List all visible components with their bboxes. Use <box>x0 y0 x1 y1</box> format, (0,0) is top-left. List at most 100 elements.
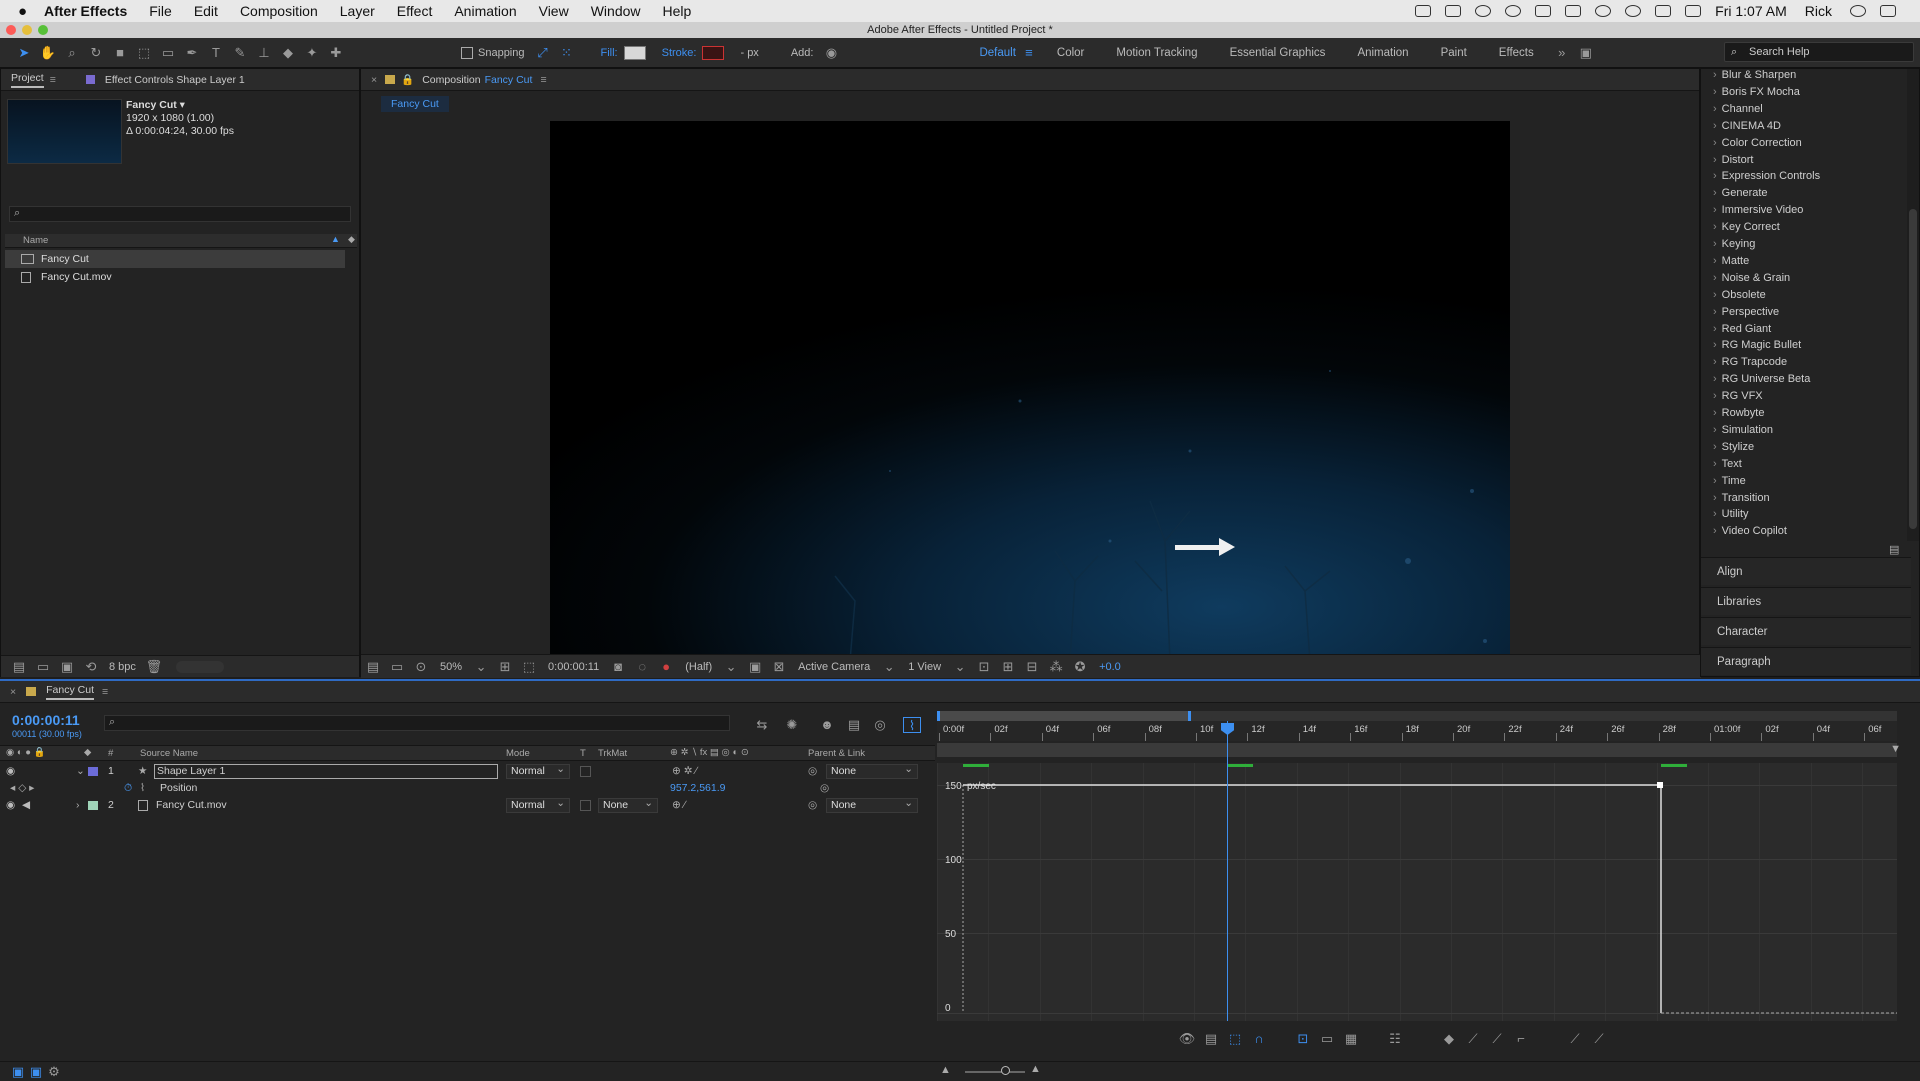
auto-bezier-icon[interactable]: ⟋ <box>1488 1031 1506 1047</box>
fit-selection-icon[interactable]: ⊡ <box>1294 1031 1312 1047</box>
label-column-icon[interactable]: ◆ <box>84 747 91 758</box>
effect-category-item[interactable]: Transition <box>1713 492 1770 504</box>
in-out-toggle-icon[interactable]: ⚙ <box>45 1064 63 1080</box>
airplay-icon[interactable] <box>1565 5 1582 17</box>
transparency-grid-icon[interactable]: ⊠ <box>770 659 788 675</box>
clone-stamp-tool-icon[interactable]: ⊥ <box>255 45 273 61</box>
effect-category-item[interactable]: CINEMA 4D <box>1713 120 1781 132</box>
pickwhip-icon[interactable]: ◎ <box>808 763 817 780</box>
volume-icon[interactable] <box>1655 5 1672 17</box>
new-comp-icon[interactable]: ▣ <box>58 659 76 675</box>
project-item-comp[interactable]: Fancy Cut <box>5 250 345 268</box>
puppet-tool-icon[interactable]: ✚ <box>327 45 345 61</box>
layer-label-color[interactable] <box>88 801 98 810</box>
project-tab[interactable]: Project <box>11 72 44 88</box>
layer-switches-icon[interactable]: ⊕ ∕ <box>672 797 685 814</box>
comp-breadcrumb[interactable]: Fancy Cut <box>381 96 449 112</box>
menubar-user[interactable]: Rick <box>1805 3 1832 19</box>
video-visibility-icon[interactable]: ◉ <box>6 797 15 814</box>
position-property-value[interactable]: 957.2,561.9 <box>670 780 725 797</box>
menu-view[interactable]: View <box>539 3 569 19</box>
tag-column-icon[interactable]: ◆ <box>348 234 355 245</box>
effects-scroll-thumb[interactable] <box>1909 209 1917 529</box>
name-column-header[interactable]: Name <box>23 235 48 246</box>
timeline-icon[interactable]: ⊟ <box>1023 659 1041 675</box>
parent-column-header[interactable]: Parent & Link <box>808 748 865 759</box>
new-folder-icon[interactable]: ▭ <box>34 659 52 675</box>
easy-ease-out-icon[interactable]: ⟋ <box>1590 1031 1608 1047</box>
composition-mini-flowchart-icon[interactable]: ⇆ <box>753 717 771 733</box>
sync-icon[interactable] <box>1475 5 1492 17</box>
comp-menu-icon[interactable]: ≡ <box>540 74 546 86</box>
close-window-icon[interactable] <box>6 25 16 35</box>
camera-select[interactable]: Active Camera <box>798 661 870 673</box>
effect-category-item[interactable]: RG Trapcode <box>1713 356 1787 368</box>
workspace-animation[interactable]: Animation <box>1357 47 1408 59</box>
effect-category-item[interactable]: Stylize <box>1713 441 1754 453</box>
fill-label[interactable]: Fill: <box>601 47 618 59</box>
zoom-select[interactable]: 50% <box>440 661 462 673</box>
new-preset-icon[interactable]: ▤ <box>1889 543 1899 556</box>
more-workspaces-icon[interactable]: » <box>1553 45 1571 61</box>
mode-column-header[interactable]: Mode <box>506 748 530 759</box>
source-name-column-header[interactable]: Source Name <box>140 748 198 759</box>
edit-keyframe-icon[interactable]: ☷ <box>1386 1031 1404 1047</box>
menu-app[interactable]: After Effects <box>44 3 127 19</box>
workspace-motion-tracking[interactable]: Motion Tracking <box>1116 47 1197 59</box>
layer-name[interactable]: Fancy Cut.mov <box>156 797 227 814</box>
color-channels-icon[interactable]: ● <box>657 659 675 675</box>
composition-viewer[interactable] <box>550 121 1510 661</box>
layer-switches-icon[interactable]: ⊕ ✲ ∕ <box>672 763 697 780</box>
character-section[interactable]: Character <box>1701 617 1911 645</box>
effect-category-item[interactable]: RG VFX <box>1713 390 1763 402</box>
layer-switches-toggle-icon[interactable]: ▣ <box>9 1064 27 1080</box>
t-column-header[interactable]: T <box>580 748 586 759</box>
timeline-zoom-slider[interactable] <box>965 1066 1025 1075</box>
stroke-width[interactable]: - px <box>740 47 758 59</box>
effect-category-item[interactable]: Expression Controls <box>1713 170 1820 182</box>
num-column-header[interactable]: # <box>108 748 113 759</box>
stroke-swatch[interactable] <box>702 45 725 60</box>
effect-category-item[interactable]: RG Universe Beta <box>1713 373 1811 385</box>
effect-category-item[interactable]: Color Correction <box>1713 137 1802 149</box>
work-area-bar[interactable] <box>937 711 1897 721</box>
layer-name[interactable]: Shape Layer 1 <box>154 764 498 779</box>
effect-category-item[interactable]: Channel <box>1713 103 1763 115</box>
exposure-value[interactable]: +0.0 <box>1099 661 1121 673</box>
linear-icon[interactable]: ⟋ <box>1464 1031 1482 1047</box>
title-safe-icon[interactable]: ⬚ <box>520 659 538 675</box>
rectangle-tool-icon[interactable]: ▭ <box>159 45 177 61</box>
graph-toggle-icon[interactable]: ⌇ <box>140 780 145 797</box>
property-pickwhip-icon[interactable]: ◎ <box>820 780 829 797</box>
reset-exposure-icon[interactable]: ✪ <box>1071 659 1089 675</box>
timeline-search-input[interactable]: ⌕ <box>104 715 730 731</box>
preserve-transparency-checkbox[interactable] <box>580 800 591 811</box>
effect-category-item[interactable]: Perspective <box>1713 306 1779 318</box>
zoom-dropdown-icon[interactable]: ⌄ <box>472 659 490 675</box>
effect-controls-tab[interactable]: Effect Controls Shape Layer 1 <box>105 74 245 86</box>
layer-mode-select[interactable]: Normal <box>506 763 570 779</box>
show-properties-icon[interactable]: 👁 <box>1178 1031 1196 1047</box>
arrow-shape[interactable] <box>1175 538 1235 556</box>
effect-category-item[interactable]: Red Giant <box>1713 323 1772 335</box>
fit-icon[interactable]: ⊞ <box>496 659 514 675</box>
keyboard-icon[interactable] <box>1685 5 1702 17</box>
effect-category-item[interactable]: Matte <box>1713 255 1750 267</box>
sync-settings-icon[interactable]: ▣ <box>1577 45 1595 61</box>
show-snapshot-icon[interactable]: ◌ <box>633 659 651 675</box>
menu-window[interactable]: Window <box>591 3 641 19</box>
composition-panel-label[interactable]: Composition <box>422 74 480 86</box>
snapping-checkbox[interactable] <box>461 46 473 59</box>
project-item-footage[interactable]: Fancy Cut.mov <box>5 268 345 286</box>
switches-column-icon[interactable]: ⊕ ✲ ∖ fx ▤ ◎ ◐ ⊙ <box>670 747 749 758</box>
effect-category-item[interactable]: Simulation <box>1713 424 1773 436</box>
menu-animation[interactable]: Animation <box>454 3 516 19</box>
effect-category-item[interactable]: Generate <box>1713 187 1768 199</box>
zoom-window-icon[interactable] <box>38 25 48 35</box>
draft-3d-icon[interactable]: ✺ <box>783 717 801 733</box>
show-transform-box-icon[interactable]: ⬚ <box>1226 1031 1244 1047</box>
bpc-label[interactable]: 8 bpc <box>109 661 136 673</box>
add-label[interactable]: Add: <box>791 47 814 59</box>
effect-category-item[interactable]: Video Copilot <box>1713 525 1787 537</box>
keyframe-navigator-icon[interactable]: ◂ ◇ ▸ <box>10 780 34 797</box>
